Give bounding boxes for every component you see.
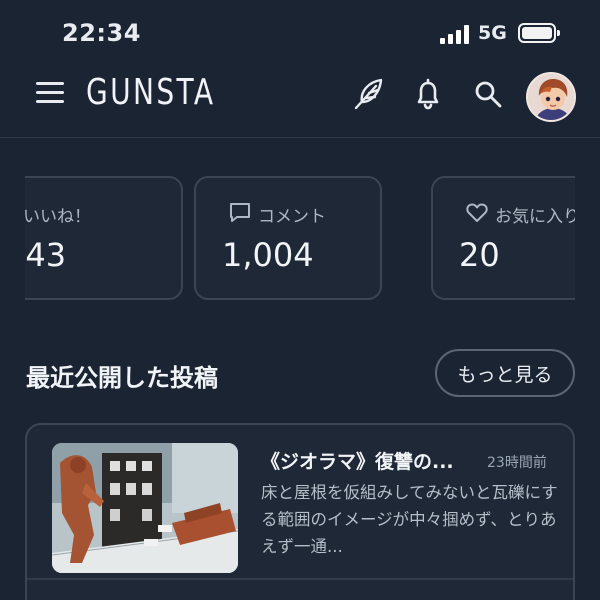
heart-icon xyxy=(465,200,489,224)
app-logo[interactable]: GUNSTA xyxy=(86,72,215,113)
more-button[interactable]: もっと見る xyxy=(435,349,575,397)
post-thumbnail[interactable] xyxy=(52,443,238,573)
network-label: 5G xyxy=(478,22,507,44)
signal-icon xyxy=(440,25,470,44)
avatar[interactable] xyxy=(526,72,576,122)
stat-label: いいね！ xyxy=(25,207,91,227)
app-header: GUNSTA xyxy=(0,64,600,138)
stat-value: 1,004 xyxy=(222,236,314,274)
stat-value: 843 xyxy=(25,236,67,274)
stat-value: 20 xyxy=(459,236,500,274)
stat-card-likes[interactable]: いいね！ 843 xyxy=(25,176,183,300)
bell-icon[interactable] xyxy=(410,76,446,112)
menu-icon[interactable] xyxy=(36,82,64,106)
stat-card-comments[interactable]: コメント 1,004 xyxy=(194,176,382,300)
stat-label: コメント xyxy=(258,207,326,227)
status-time: 22:34 xyxy=(62,19,141,47)
post-time: 23時間前 xyxy=(487,455,547,471)
stat-label: お気に入り xyxy=(495,207,575,227)
comment-icon xyxy=(228,200,252,224)
post-card[interactable]: 《ジオラマ》復讐の... 23時間前 床と屋根を仮組みしてみないと瓦礫にする範囲… xyxy=(25,423,575,600)
stats-carousel[interactable]: いいね！ 843 コメント 1,004 お気に入り 20 xyxy=(25,176,575,302)
search-icon[interactable] xyxy=(470,76,506,112)
post-title[interactable]: 《ジオラマ》復讐の... xyxy=(261,447,454,474)
stat-card-favorites[interactable]: お気に入り 20 xyxy=(431,176,575,300)
status-bar: 22:34 5G xyxy=(0,0,600,64)
post-excerpt: 床と屋根を仮組みしてみないと瓦礫にする範囲のイメージが中々掴めず、とりあえず一通… xyxy=(261,483,558,556)
battery-icon xyxy=(518,23,560,43)
post-divider xyxy=(27,578,573,580)
section-title: 最近公開した投稿 xyxy=(26,364,218,392)
feather-icon[interactable] xyxy=(350,76,386,112)
